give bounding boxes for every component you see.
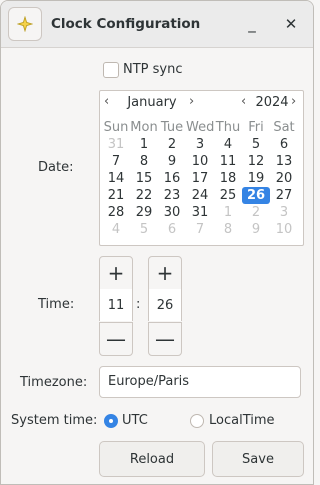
calendar-day[interactable]: 9 <box>242 221 270 238</box>
prev-month-icon[interactable]: ‹ <box>104 94 109 109</box>
hour-increment-button[interactable]: + <box>99 256 133 290</box>
system-time-label: System time: <box>11 413 98 428</box>
calendar-day[interactable]: 5 <box>130 221 158 238</box>
time-separator: : <box>136 297 141 312</box>
calendar-month: January <box>127 95 177 110</box>
calendar-day[interactable]: 5 <box>242 136 270 153</box>
utc-radio-label[interactable]: UTC <box>122 413 148 428</box>
calendar-day[interactable]: 16 <box>158 170 186 187</box>
calendar-day[interactable]: 18 <box>214 170 242 187</box>
utc-radio[interactable] <box>104 414 118 428</box>
calendar-day[interactable]: 21 <box>102 187 130 204</box>
localtime-radio[interactable] <box>190 414 204 428</box>
reload-button[interactable]: Reload <box>99 441 205 477</box>
calendar-year: 2024 <box>255 95 289 110</box>
save-button[interactable]: Save <box>212 441 304 477</box>
weekday-header: Sun <box>103 120 129 135</box>
calendar-day[interactable]: 27 <box>270 187 298 204</box>
minus-icon: — <box>106 327 126 351</box>
calendar-day[interactable]: 23 <box>158 187 186 204</box>
calendar-day[interactable]: 13 <box>270 153 298 170</box>
calendar-day[interactable]: 17 <box>186 170 214 187</box>
calendar-day[interactable]: 9 <box>158 153 186 170</box>
title-bar: Clock Configuration _ ✕ <box>1 1 313 48</box>
next-year-icon[interactable]: › <box>291 94 296 109</box>
minimize-icon: _ <box>248 15 256 33</box>
calendar-day[interactable]: 7 <box>186 221 214 238</box>
clock-configuration-window: Clock Configuration _ ✕ NTP sync Date: ‹… <box>0 0 314 485</box>
calendar-day[interactable]: 19 <box>242 170 270 187</box>
calendar-day[interactable]: 3 <box>186 136 214 153</box>
time-label: Time: <box>38 297 75 312</box>
calendar-day-selected[interactable]: 26 <box>242 187 270 204</box>
calendar-day[interactable]: 25 <box>214 187 242 204</box>
hour-decrement-button[interactable]: — <box>99 322 133 356</box>
calendar: ‹ January › ‹ 2024 › Sun Mon Tue Wed Thu Fri S… <box>99 90 304 246</box>
timezone-input[interactable]: Europe/Paris <box>99 366 301 398</box>
calendar-day[interactable]: 24 <box>186 187 214 204</box>
calendar-day[interactable]: 22 <box>130 187 158 204</box>
minus-icon: — <box>155 327 175 351</box>
close-icon: ✕ <box>284 15 298 33</box>
weekday-header: Tue <box>160 120 184 135</box>
calendar-day[interactable]: 20 <box>270 170 298 187</box>
ntp-sync-label[interactable]: NTP sync <box>123 62 183 77</box>
calendar-day[interactable]: 10 <box>270 221 298 238</box>
calendar-day[interactable]: 7 <box>102 153 130 170</box>
calendar-day[interactable]: 6 <box>270 136 298 153</box>
calendar-day[interactable]: 2 <box>242 204 270 221</box>
app-menu-button[interactable] <box>8 7 42 41</box>
calendar-day[interactable]: 12 <box>242 153 270 170</box>
calendar-day[interactable]: 2 <box>158 136 186 153</box>
weekday-header: Fri <box>248 120 264 135</box>
calendar-day[interactable]: 14 <box>102 170 130 187</box>
minute-increment-button[interactable]: + <box>148 256 182 290</box>
calendar-day[interactable]: 1 <box>214 204 242 221</box>
calendar-day[interactable]: 11 <box>214 153 242 170</box>
window-title: Clock Configuration <box>51 16 201 32</box>
calendar-day[interactable]: 8 <box>130 153 158 170</box>
calendar-day[interactable]: 15 <box>130 170 158 187</box>
prev-year-icon[interactable]: ‹ <box>241 94 246 109</box>
calendar-header: ‹ January › ‹ 2024 › <box>100 91 303 115</box>
calendar-grid: Sun Mon Tue Wed Thu Fri Sat 31 1 2 3 4 5 6 7 8 9 10 11 12 13… <box>102 119 302 238</box>
calendar-day[interactable]: 4 <box>102 221 130 238</box>
weekday-header: Mon <box>130 120 158 135</box>
calendar-day[interactable]: 1 <box>130 136 158 153</box>
calendar-day[interactable]: 3 <box>270 204 298 221</box>
localtime-radio-label[interactable]: LocalTime <box>209 413 275 428</box>
minimize-button[interactable]: _ <box>241 13 263 35</box>
weekday-header: Wed <box>186 120 215 135</box>
plus-icon: + <box>156 261 174 285</box>
calendar-day[interactable]: 4 <box>214 136 242 153</box>
plus-icon: + <box>107 261 125 285</box>
sparkle-icon <box>17 16 33 32</box>
ntp-sync-checkbox[interactable] <box>103 62 119 78</box>
calendar-day[interactable]: 31 <box>102 136 130 153</box>
minute-decrement-button[interactable]: — <box>148 322 182 356</box>
calendar-day[interactable]: 29 <box>130 204 158 221</box>
minute-field[interactable]: 26 <box>148 289 182 321</box>
timezone-label: Timezone: <box>20 375 88 390</box>
calendar-day[interactable]: 10 <box>186 153 214 170</box>
date-label: Date: <box>38 160 74 175</box>
calendar-day[interactable]: 31 <box>186 204 214 221</box>
weekday-header: Sat <box>273 120 295 135</box>
calendar-day[interactable]: 30 <box>158 204 186 221</box>
close-button[interactable]: ✕ <box>280 13 302 35</box>
next-month-icon[interactable]: › <box>189 94 194 109</box>
weekday-header: Thu <box>215 120 241 135</box>
calendar-day[interactable]: 8 <box>214 221 242 238</box>
calendar-day[interactable]: 6 <box>158 221 186 238</box>
calendar-day[interactable]: 28 <box>102 204 130 221</box>
hour-field[interactable]: 11 <box>99 289 133 321</box>
